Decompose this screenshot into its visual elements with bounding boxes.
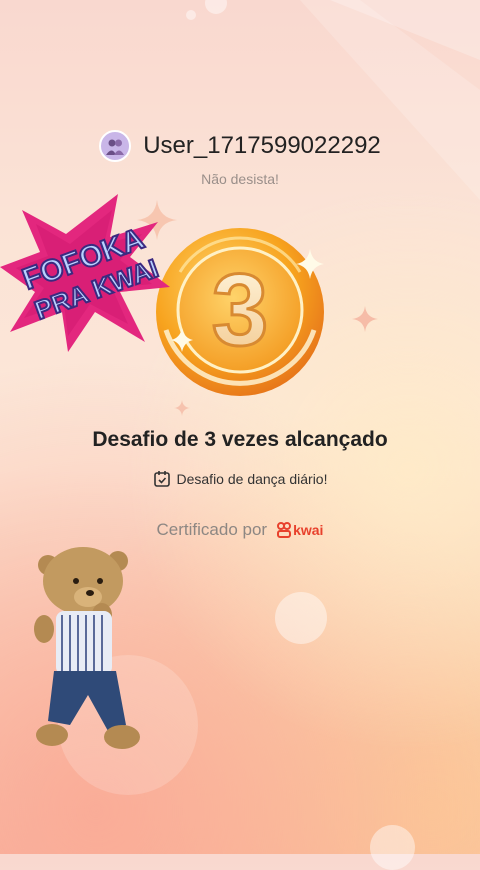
badge-number: 3 [212, 253, 269, 367]
kwai-brand-text: kwai [293, 522, 324, 538]
teddy-bear-icon [34, 547, 140, 749]
certified-by-label: Certificado por [156, 520, 268, 539]
subtitle: Não desista! [201, 171, 279, 187]
challenge-label: Desafio de dança diário! [176, 471, 328, 487]
achievement-headline: Desafio de 3 vezes alcançado [92, 428, 388, 451]
avatar[interactable] [99, 130, 132, 162]
challenge-row[interactable]: Desafio de dança diário! [0, 470, 480, 488]
kwai-logo[interactable]: kwai [277, 522, 323, 538]
user-header: User_1717599022292 [0, 128, 480, 164]
avatar-icon [106, 139, 125, 155]
username: User_1717599022292 [143, 132, 381, 159]
calendar-check-icon [153, 471, 170, 487]
certification-row: Certificado por kwai [0, 520, 480, 540]
sparkle-icon [352, 306, 378, 332]
kwai-logo-icon [277, 522, 292, 538]
fofoka-sticker: FOFOKA PRA KWAI [0, 194, 170, 352]
